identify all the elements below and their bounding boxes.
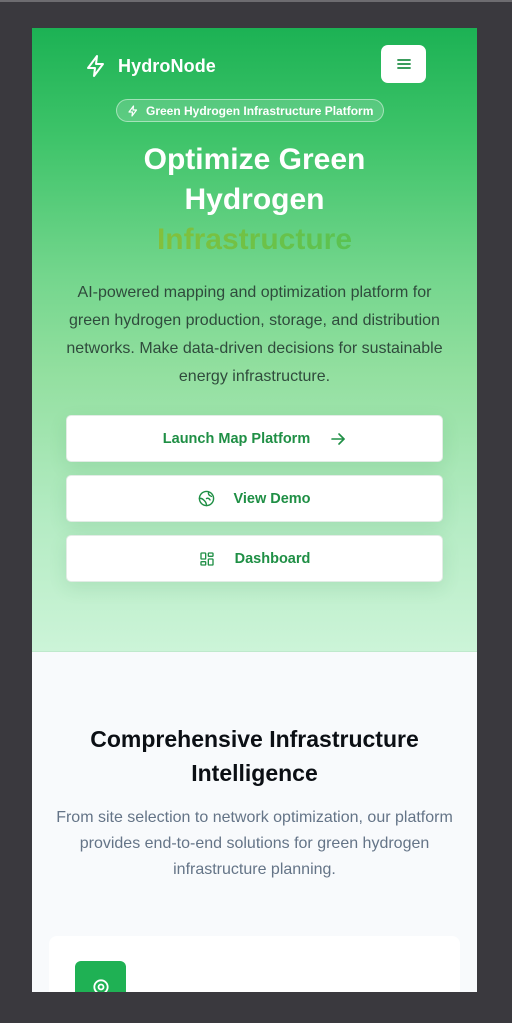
launch-map-platform-button[interactable]: Launch Map Platform <box>66 415 443 462</box>
hero-title-line2: Hydrogen <box>184 183 325 216</box>
feature-card-icon-box <box>75 961 126 992</box>
arrow-right-icon <box>331 432 346 445</box>
dashboard-label: Dashboard <box>234 550 311 567</box>
lightning-bolt-icon <box>87 55 104 77</box>
hamburger-menu-icon <box>396 59 411 69</box>
launch-map-platform-label: Launch Map Platform <box>162 430 311 447</box>
view-demo-button[interactable]: View Demo <box>66 475 443 522</box>
lightning-bolt-icon <box>128 104 138 117</box>
brand-name: HydroNode <box>118 55 216 76</box>
dashboard-button[interactable]: Dashboard <box>66 535 443 582</box>
features-subtitle: From site selection to network optimizat… <box>56 809 453 878</box>
globe-icon <box>199 490 215 507</box>
features-title: Comprehensive Infrastructure Intelligenc… <box>90 726 419 786</box>
hero-title-accent: Infrastructure <box>32 220 477 260</box>
platform-badge: Green Hydrogen Infrastructure Platform <box>116 99 385 122</box>
hero-description: AI-powered mapping and optimization plat… <box>66 284 443 385</box>
hero-title: Optimize Green Hydrogen Infrastructure <box>32 140 477 260</box>
brand-logo[interactable]: HydroNode <box>84 52 216 80</box>
hero-title-line1: Optimize Green <box>143 143 366 176</box>
menu-button[interactable] <box>381 45 426 83</box>
badge-label: Green Hydrogen Infrastructure Platform <box>146 103 374 118</box>
view-demo-label: View Demo <box>233 490 311 507</box>
window-top-border <box>0 0 512 2</box>
target-pin-icon <box>92 978 109 992</box>
hero-section: HydroNode Green Hydrogen Infrastructure … <box>32 28 477 652</box>
feature-card <box>49 936 460 992</box>
page-viewport: HydroNode Green Hydrogen Infrastructure … <box>32 28 477 992</box>
dashboard-grid-icon <box>199 551 214 566</box>
